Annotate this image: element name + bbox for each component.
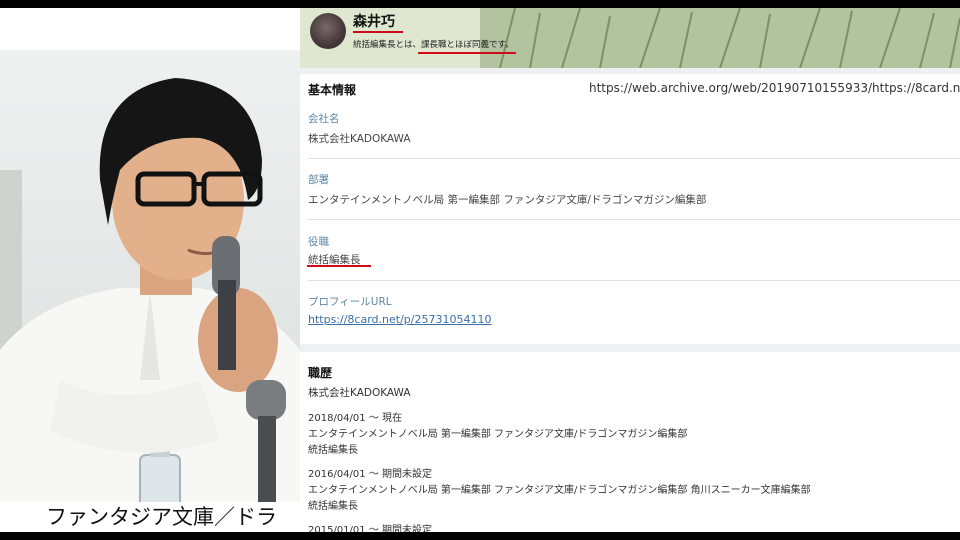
divider (308, 219, 960, 220)
photo-panel: ファンタジア文庫／ドラ (0, 8, 300, 532)
career-period: 2015/01/01 ～ 期間未設定 (308, 525, 432, 532)
name-underline (353, 31, 403, 33)
speaker-illustration (0, 50, 300, 512)
career-company: 株式会社KADOKAWA (308, 387, 411, 399)
position-label: 役職 (308, 236, 329, 248)
archive-url: https://web.archive.org/web/201907101559… (589, 81, 960, 95)
speaker-photo (0, 50, 300, 512)
tagline-underline (418, 52, 516, 54)
profile-name: 森井巧 (353, 14, 395, 30)
avatar[interactable] (310, 13, 346, 49)
department-value: エンタテインメントノベル局 第一編集部 ファンタジア文庫/ドラゴンマガジン編集部 (308, 194, 707, 206)
career-dept: エンタテインメントノベル局 第一編集部 ファンタジア文庫/ドラゴンマガジン編集部… (308, 485, 811, 496)
section-gap (300, 68, 960, 74)
company-label: 会社名 (308, 113, 340, 125)
profile-page: 森井巧 統括編集長とは、課長職とほぼ同義です。 基本情報 https://web… (300, 8, 960, 532)
basic-info-title: 基本情報 (308, 83, 357, 97)
career-role: 統括編集長 (308, 445, 358, 456)
career-role: 統括編集長 (308, 501, 358, 512)
divider (308, 158, 960, 159)
career-title: 職歴 (308, 366, 333, 380)
department-label: 部署 (308, 174, 329, 186)
position-underline (307, 265, 371, 267)
profile-tagline: 統括編集長とは、課長職とほぼ同義です。 (353, 38, 514, 50)
company-value: 株式会社KADOKAWA (308, 133, 411, 145)
career-dept: エンタテインメントノベル局 第一編集部 ファンタジア文庫/ドラゴンマガジン編集部 (308, 429, 688, 440)
profile-url-label: プロフィールURL (308, 296, 392, 308)
profile-url-link[interactable]: https://8card.net/p/25731054110 (308, 313, 491, 326)
section-band (300, 344, 960, 352)
photo-top-strip (0, 8, 300, 50)
career-period: 2018/04/01 ～ 現在 (308, 413, 402, 424)
divider (308, 280, 960, 281)
profile-banner: 森井巧 統括編集長とは、課長職とほぼ同義です。 (300, 8, 960, 68)
tagline-highlight: 課長職とほぼ同義です。 (421, 40, 514, 50)
career-period: 2016/04/01 ～ 期間未設定 (308, 469, 432, 480)
news-caption: ファンタジア文庫／ドラ (0, 502, 300, 532)
tagline-prefix: 統括編集長とは、 (353, 40, 422, 50)
